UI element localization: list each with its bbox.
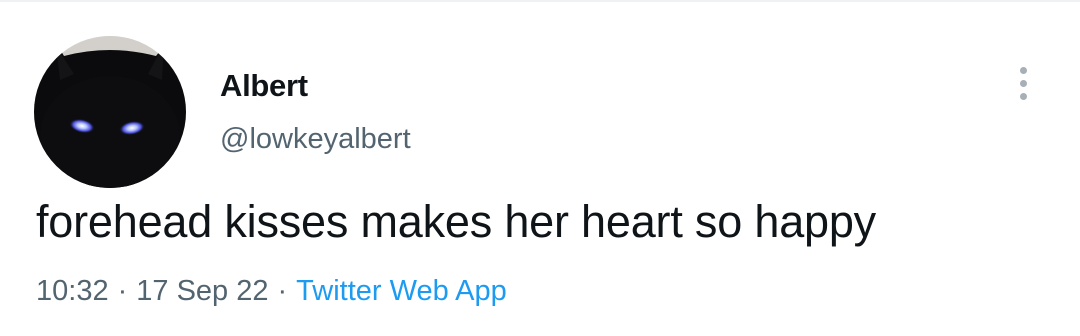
tweet-date[interactable]: 17 Sep 22 [136,275,268,307]
more-vertical-icon-dot [1019,92,1027,100]
avatar[interactable] [34,36,186,188]
more-vertical-icon-dot [1019,79,1027,87]
more-vertical-icon [1019,66,1027,74]
more-options-button[interactable] [1008,60,1038,106]
tweet-meta: 10:32 · 17 Sep 22 · Twitter Web App [36,275,507,308]
tweet-text: forehead kisses makes her heart so happy [36,196,876,247]
author-display-name[interactable]: Albert [220,68,308,104]
avatar-cat-image [34,36,186,188]
author-handle[interactable]: @lowkeyalbert [220,123,411,156]
tweet-card: Albert @lowkeyalbert forehead kisses mak… [0,0,1080,336]
tweet-time[interactable]: 10:32 [36,275,109,307]
meta-separator: · [117,275,128,307]
tweet-source-link[interactable]: Twitter Web App [296,275,507,307]
meta-separator: · [277,275,288,307]
